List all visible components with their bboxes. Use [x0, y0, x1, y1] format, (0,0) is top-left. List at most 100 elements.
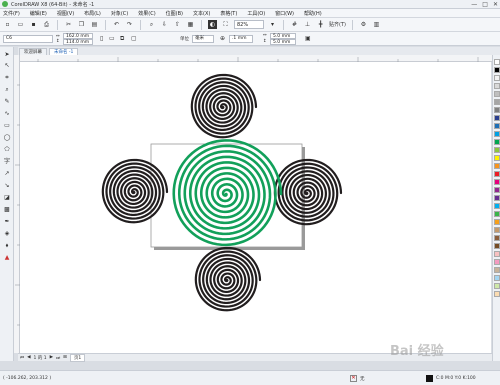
search-content-icon[interactable]: ⌕ [147, 20, 156, 29]
undo-icon[interactable]: ↶ [112, 20, 121, 29]
artistic-media-icon[interactable]: ∿ [2, 110, 12, 118]
palette-swatch[interactable] [494, 147, 500, 153]
copy-icon[interactable]: ❐ [77, 20, 86, 29]
menu-object[interactable]: 对象(C) [111, 10, 128, 17]
menu-view[interactable]: 视图(V) [57, 10, 74, 17]
palette-swatch[interactable] [494, 283, 500, 289]
palette-swatch[interactable] [494, 91, 500, 97]
portrait-icon[interactable]: ▯ [100, 35, 103, 42]
menu-window[interactable]: 窗口(W) [275, 10, 294, 17]
palette-swatch[interactable] [494, 171, 500, 177]
page-tab-1[interactable]: 页1 [69, 353, 86, 362]
grid-icon[interactable]: # [290, 20, 299, 29]
smart-fill-icon[interactable]: ⬧ [2, 242, 12, 250]
menu-layout[interactable]: 布局(L) [84, 10, 101, 17]
ellipse-tool-icon[interactable]: ◯ [2, 134, 12, 142]
prev-page-icon[interactable]: ◀ [27, 355, 30, 360]
parallel-dimension-icon[interactable]: ↗ [2, 170, 12, 178]
open-folder-icon[interactable]: ▭ [16, 20, 25, 29]
current-page-icon[interactable]: ▢ [131, 35, 137, 42]
palette-swatch[interactable] [494, 155, 500, 161]
palette-swatch[interactable] [494, 259, 500, 265]
palette-swatch[interactable] [494, 227, 500, 233]
menu-effects[interactable]: 效果(C) [138, 10, 155, 17]
fill-color-swatch[interactable] [426, 375, 433, 382]
palette-swatch[interactable] [494, 235, 500, 241]
menu-tools[interactable]: 工具(O) [247, 10, 265, 17]
first-page-icon[interactable]: ⏮ [20, 355, 24, 361]
palette-swatch[interactable] [494, 59, 500, 65]
palette-swatch[interactable] [494, 291, 500, 297]
palette-swatch[interactable] [494, 211, 500, 217]
all-pages-icon[interactable]: ⧉ [120, 35, 124, 43]
page-preset-select[interactable]: C6 [3, 35, 53, 43]
palette-swatch[interactable] [494, 179, 500, 185]
outline-none-icon[interactable]: ✕ [350, 375, 357, 382]
pick-tool-icon[interactable]: ➤ [2, 51, 12, 59]
landscape-icon[interactable]: ▭ [109, 35, 115, 42]
close-button[interactable]: ✕ [493, 1, 498, 8]
options-gear-icon[interactable]: ⚙ [359, 20, 368, 29]
ruler-icon[interactable]: ⊥ [303, 20, 312, 29]
menu-table[interactable]: 表格(T) [220, 10, 237, 17]
palette-swatch[interactable] [494, 131, 500, 137]
new-document-icon[interactable]: ▫ [3, 20, 12, 29]
palette-swatch[interactable] [494, 75, 500, 81]
full-screen-icon[interactable]: ⛶ [221, 20, 230, 29]
palette-swatch[interactable] [494, 139, 500, 145]
next-page-icon[interactable]: ▶ [50, 355, 53, 360]
crop-tool-icon[interactable]: ⌗ [2, 74, 12, 82]
connector-tool-icon[interactable]: ↘ [2, 182, 12, 190]
palette-swatch[interactable] [494, 115, 500, 121]
redo-icon[interactable]: ↷ [125, 20, 134, 29]
menu-text[interactable]: 文本(X) [193, 10, 210, 17]
minimize-button[interactable]: — [471, 1, 477, 8]
color-eyedropper-icon[interactable]: ✒ [2, 218, 12, 226]
zoom-level-select[interactable]: 82% [234, 20, 264, 29]
page-height-field[interactable]: 114.0 mm [63, 39, 93, 45]
guidelines-icon[interactable]: ╋ [316, 20, 325, 29]
corel-connect-icon[interactable]: ◐ [208, 20, 217, 29]
text-tool-icon[interactable]: 字 [2, 158, 12, 166]
save-icon[interactable]: ▪ [29, 20, 38, 29]
add-page-icon[interactable]: ⊞ [63, 355, 67, 360]
palette-swatch[interactable] [494, 123, 500, 129]
menu-edit[interactable]: 编辑(E) [30, 10, 47, 17]
palette-swatch[interactable] [494, 83, 500, 89]
palette-swatch[interactable] [494, 267, 500, 273]
zoom-tool-icon[interactable]: ⌕ [2, 86, 12, 94]
polygon-tool-icon[interactable]: ⬠ [2, 146, 12, 154]
menu-help[interactable]: 帮助(H) [304, 10, 322, 17]
palette-swatch[interactable] [494, 163, 500, 169]
application-launcher-icon[interactable]: ▥ [372, 20, 381, 29]
snap-to-menu[interactable]: 贴齐(T) [329, 21, 346, 28]
palette-swatch[interactable] [494, 219, 500, 225]
export-icon[interactable]: ⇧ [173, 20, 182, 29]
print-icon[interactable]: ⎙ [42, 20, 51, 29]
nudge-distance-field[interactable]: .1 mm [229, 35, 253, 43]
drop-shadow-icon[interactable]: ◪ [2, 194, 12, 202]
palette-swatch[interactable] [494, 275, 500, 281]
publish-pdf-icon[interactable]: ▦ [186, 20, 195, 29]
menu-bitmaps[interactable]: 位图(B) [166, 10, 183, 17]
drawing-canvas[interactable] [20, 62, 491, 353]
palette-swatch[interactable] [494, 195, 500, 201]
palette-swatch[interactable] [494, 203, 500, 209]
units-select[interactable]: 毫米 [192, 35, 214, 43]
edit-bleed-icon[interactable]: ▣ [305, 35, 311, 42]
palette-swatch[interactable] [494, 99, 500, 105]
spiral-bottom[interactable] [194, 246, 262, 312]
palette-swatch[interactable] [494, 67, 500, 73]
outline-pen-icon[interactable]: ▲ [2, 254, 12, 262]
tab-welcome-screen[interactable]: 欢迎屏幕 [19, 48, 47, 55]
zoom-dropdown-chevron-icon[interactable]: ▾ [268, 20, 277, 29]
cut-icon[interactable]: ✂ [64, 20, 73, 29]
palette-swatch[interactable] [494, 251, 500, 257]
paste-icon[interactable]: ▤ [90, 20, 99, 29]
horizontal-ruler[interactable] [18, 55, 492, 62]
palette-swatch[interactable] [494, 107, 500, 113]
shape-tool-icon[interactable]: ↖ [2, 62, 12, 70]
transparency-icon[interactable]: ▩ [2, 206, 12, 214]
last-page-icon[interactable]: ⏭ [56, 355, 60, 361]
spiral-top[interactable] [190, 73, 258, 139]
